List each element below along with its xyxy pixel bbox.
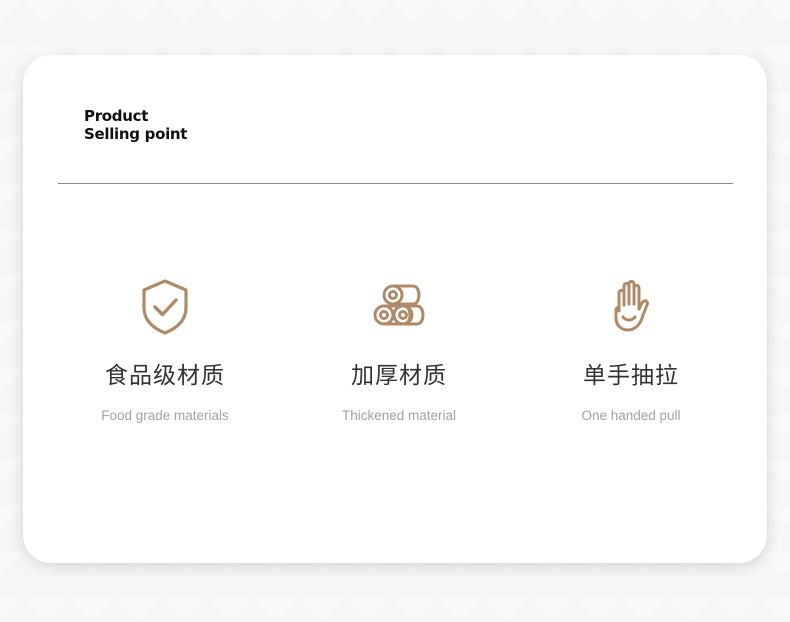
feature-subtitle: Food grade materials — [101, 408, 229, 423]
feature-one-hand: 单手抽拉 One handed pull — [531, 277, 731, 425]
feature-title: 食品级材质 — [105, 363, 225, 389]
selling-point-card: Product Selling point 食品级材质 Food grade m… — [23, 55, 767, 563]
rolls-icon — [373, 284, 425, 326]
feature-title: 加厚材质 — [351, 363, 447, 389]
feature-subtitle: Thickened material — [341, 408, 457, 423]
feature-title: 单手抽拉 — [583, 363, 679, 389]
shield-check-icon — [142, 279, 188, 335]
heading-divider — [58, 183, 733, 184]
section-heading: Product Selling point — [84, 107, 187, 143]
hand-icon — [614, 279, 649, 332]
heading-line-2: Selling point — [84, 125, 188, 143]
feature-food-grade: 食品级材质 Food grade materials — [65, 277, 265, 425]
heading-line-1: Product — [84, 107, 149, 125]
feature-thickened: 加厚材质 Thickened material — [299, 277, 499, 425]
feature-subtitle: One handed pull — [581, 408, 681, 423]
